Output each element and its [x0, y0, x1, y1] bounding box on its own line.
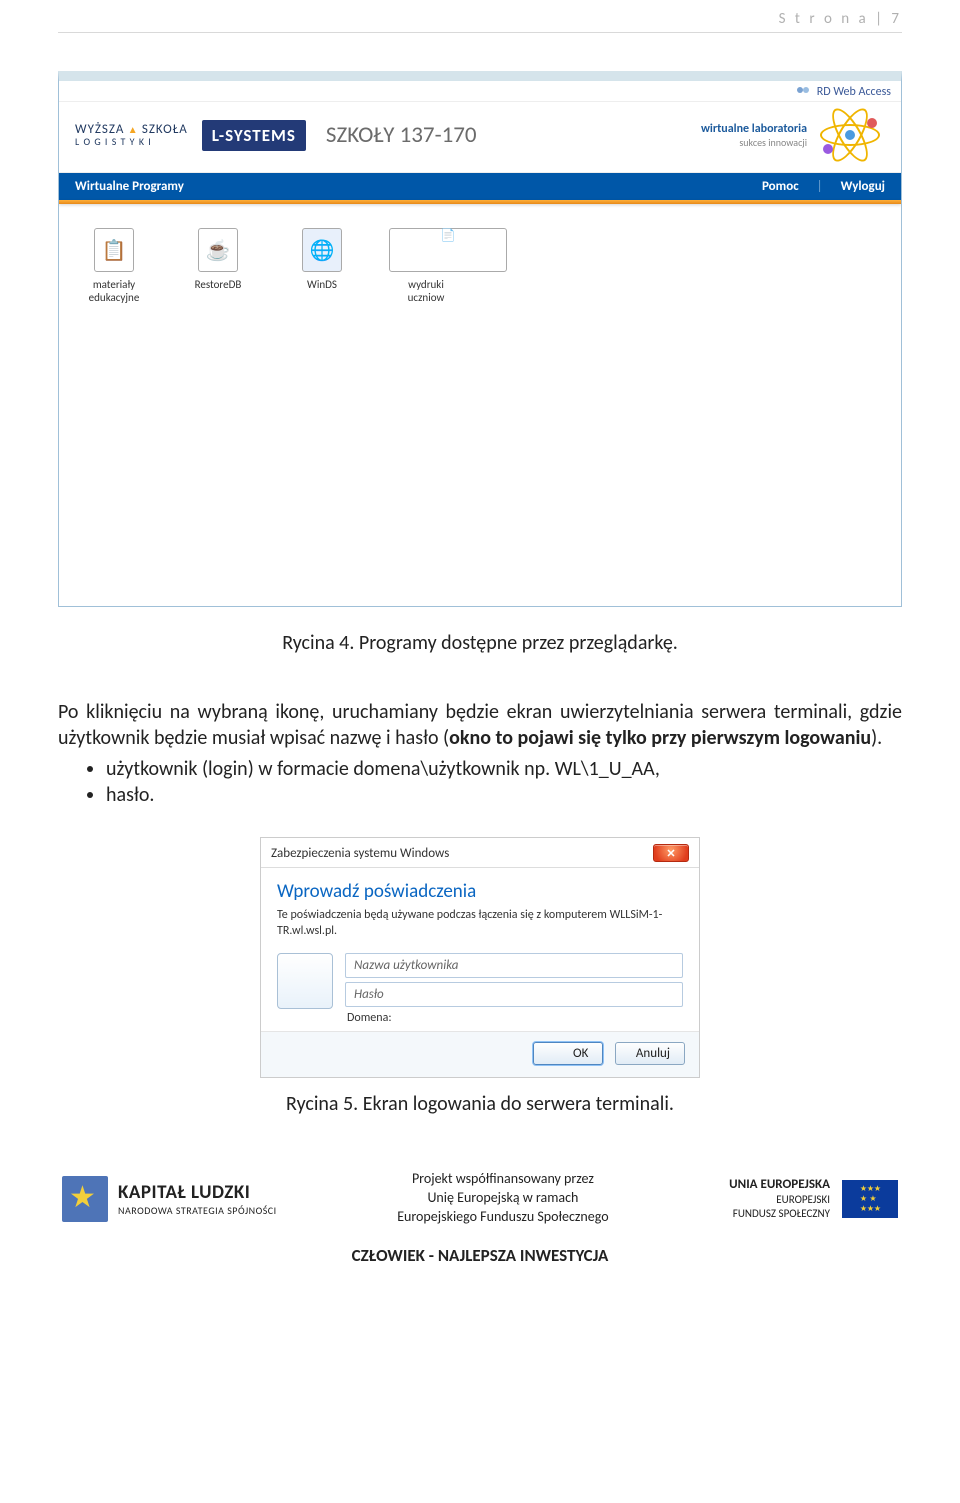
password-input[interactable]: Hasło: [345, 982, 683, 1007]
app-icon-WinDS[interactable]: 🌐 WinDS: [285, 228, 359, 304]
separator: |: [817, 179, 823, 194]
kapital-ludzki-icon: [62, 1176, 108, 1222]
eu-title: UNIA EUROPEJSKA: [729, 1177, 830, 1193]
app-glyph-icon: 📄: [389, 228, 507, 272]
app-icon-label: RestoreDB: [181, 278, 255, 291]
bullet-password: hasło.: [106, 783, 902, 807]
app-icon-label: materiały edukacyjne: [77, 278, 151, 304]
app-icon-label: WinDS: [285, 278, 359, 291]
link-pomoc[interactable]: Pomoc: [762, 179, 799, 194]
app-icon-wydruki-uczniow[interactable]: 📄wydruki uczniow: [389, 228, 463, 304]
link-wyloguj[interactable]: Wyloguj: [841, 179, 885, 194]
cancel-button[interactable]: Anuluj: [615, 1042, 685, 1065]
eu-flag-icon: ★ ★ ★★ ★★ ★ ★: [842, 1180, 898, 1218]
app-icon-label: wydruki uczniow: [389, 278, 463, 304]
page-number: S t r o n a | 7: [58, 0, 902, 33]
user-avatar-icon: [277, 953, 333, 1009]
app-icon-materiały-edukacyjne[interactable]: 📋 materiały edukacyjne: [77, 228, 151, 304]
app-glyph-icon: 🌐: [302, 228, 342, 272]
ok-button[interactable]: OK: [533, 1042, 603, 1065]
kl-subtitle: NARODOWA STRATEGIA SPÓJNOŚCI: [118, 1204, 277, 1217]
figure-4-caption: Rycina 4. Programy dostępne przez przegl…: [58, 631, 902, 655]
app-icon-RestoreDB[interactable]: ☕ RestoreDB: [181, 228, 255, 304]
kl-title: KAPITAŁ LUDZKI: [118, 1181, 277, 1204]
dialog-subtext: Te poświadczenia będą używane podczas łą…: [277, 907, 683, 939]
dialog-title: Zabezpieczenia systemu Windows: [271, 846, 449, 861]
atom-icon: [815, 108, 885, 162]
app-glyph-icon: 📋: [94, 228, 134, 272]
dialog-heading: Wprowadź poświadczenia: [277, 880, 683, 903]
project-funding-text: Projekt współfinansowany przez Unię Euro…: [397, 1170, 608, 1227]
tab-wirtualne-programy[interactable]: Wirtualne Programy: [75, 179, 184, 194]
wirtlab-text: wirtualne laboratoria sukces innowacji: [701, 122, 807, 149]
paragraph-1: Po kliknięciu na wybraną ikonę, uruchami…: [58, 699, 902, 751]
investment-slogan: CZŁOWIEK - NAJLEPSZA INWESTYCJA: [58, 1245, 902, 1266]
bullet-login-format: użytkownik (login) w formacie domena\uży…: [106, 757, 902, 781]
domain-label: Domena:: [345, 1011, 683, 1025]
wsl-logo: WYŻSZA ▲ SZKOŁA L O G I S T Y K I: [75, 123, 188, 147]
lsystems-logo: L-SYSTEMS: [202, 120, 306, 151]
eu-line3: FUNDUSZ SPOŁECZNY: [729, 1207, 830, 1221]
close-button[interactable]: ✕: [653, 844, 689, 862]
rdweb-label: RD Web Access: [817, 85, 891, 99]
figure-5-credentials-dialog: Zabezpieczenia systemu Windows ✕ Wprowad…: [260, 837, 700, 1078]
footer-logos: KAPITAŁ LUDZKI NARODOWA STRATEGIA SPÓJNO…: [58, 1170, 902, 1227]
figure-5-caption: Rycina 5. Ekran logowania do serwera ter…: [58, 1092, 902, 1116]
portal-title: SZKOŁY 137-170: [326, 121, 477, 149]
username-input[interactable]: Nazwa użytkownika: [345, 953, 683, 978]
eu-line2: EUROPEJSKI: [729, 1193, 830, 1207]
app-glyph-icon: ☕: [198, 228, 238, 272]
figure-4-rdweb-screenshot: RD Web Access WYŻSZA ▲ SZKOŁA L O G I S …: [58, 71, 902, 607]
rdweb-icon: [796, 85, 810, 99]
